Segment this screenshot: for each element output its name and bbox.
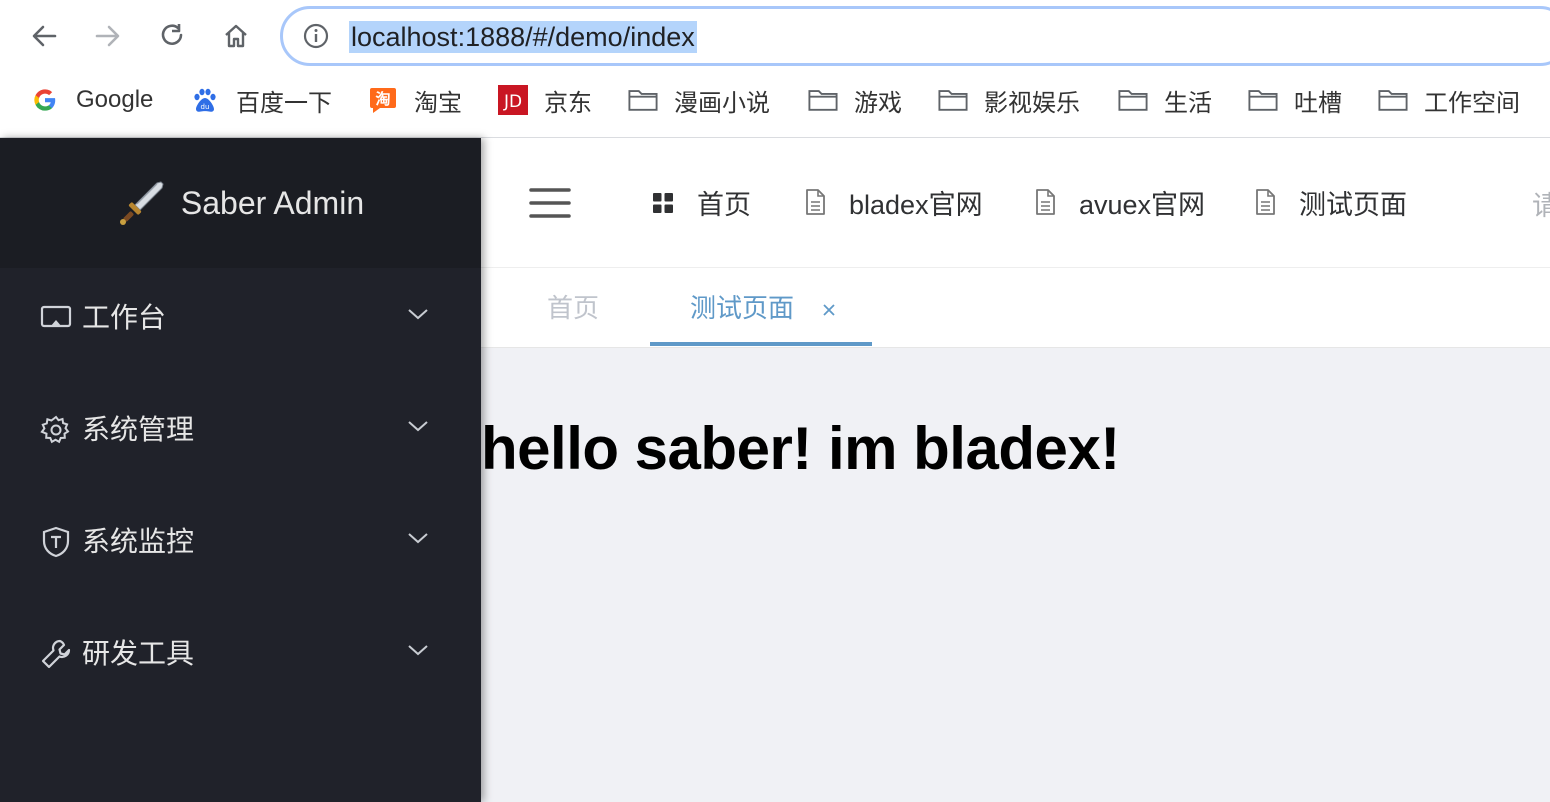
monitor-icon (40, 305, 72, 328)
sidebar-item-system[interactable]: 系统管理 (0, 394, 481, 464)
folder-icon (628, 86, 658, 114)
bookmark-folder-workspace[interactable]: 工作空间 (1378, 78, 1520, 122)
sidebar-item-devtools[interactable]: 研发工具 (0, 618, 481, 688)
tag-test-page[interactable]: 测试页面 (690, 268, 837, 348)
sidebar-item-label: 研发工具 (82, 638, 195, 669)
home-button[interactable] (214, 14, 258, 58)
gear-icon (40, 415, 70, 444)
document-icon (1256, 189, 1275, 215)
google-icon (30, 86, 60, 114)
shield-icon (42, 526, 70, 558)
bookmark-folder-life[interactable]: 生活 (1118, 78, 1212, 122)
main-content: hello saber! im bladex! (481, 348, 1550, 802)
wrench-icon (41, 639, 71, 669)
forward-button[interactable] (86, 14, 130, 58)
app-name: Saber Admin (180, 184, 365, 221)
chevron-down-icon (408, 421, 428, 432)
home-icon (225, 24, 247, 48)
search-placeholder[interactable]: 请 (1532, 184, 1550, 223)
folder-icon (938, 86, 968, 114)
sidebar: Saber Admin 工作台 系统管理 系统监控 研发工具 (0, 138, 481, 802)
jd-icon: JD (498, 85, 528, 115)
chevron-down-icon (408, 533, 428, 544)
document-icon (1036, 189, 1055, 215)
sidebar-item-label: 系统监控 (82, 526, 195, 557)
sidebar-item-workbench[interactable]: 工作台 (0, 282, 481, 352)
back-button[interactable] (22, 14, 66, 58)
bookmark-taobao[interactable]: 淘 淘宝 (368, 78, 462, 122)
svg-text:du: du (201, 103, 210, 111)
top-nav-bladex[interactable]: bladex官网 (803, 182, 983, 222)
document-icon (806, 189, 825, 215)
close-icon[interactable] (821, 302, 837, 318)
chevron-down-icon (408, 645, 428, 656)
active-tag-indicator (650, 342, 872, 346)
browser-chrome: localhost:1888/#/demo/index Google du 百度… (0, 0, 1550, 138)
bookmark-folder-games[interactable]: 游戏 (808, 78, 902, 122)
folder-icon (1378, 86, 1408, 114)
top-nav-avuex[interactable]: avuex官网 (1033, 182, 1205, 222)
tag-home[interactable]: 首页 (547, 268, 599, 348)
taobao-icon: 淘 (368, 86, 398, 114)
sidebar-item-label: 工作台 (82, 302, 167, 333)
top-header: 首页 bladex官网 avuex官网 测试页面 请 (481, 138, 1550, 268)
bookmark-folder-entertainment[interactable]: 影视娱乐 (938, 78, 1080, 122)
hamburger-menu-icon[interactable] (529, 186, 571, 220)
bookmark-folder-manga[interactable]: 漫画小说 (628, 78, 770, 122)
bookmark-jd[interactable]: JD 京东 (498, 78, 592, 122)
url-text[interactable]: localhost:1888/#/demo/index (349, 21, 697, 53)
sidebar-item-monitor[interactable]: 系统监控 (0, 506, 481, 576)
chevron-down-icon (408, 309, 428, 320)
bookmark-google[interactable]: Google (30, 78, 153, 122)
bookmarks-bar: Google du 百度一下 淘 淘宝 JD 京东 漫画小说 游戏 影视娱乐 生… (0, 78, 1550, 122)
reload-icon (161, 24, 183, 45)
grid-icon (653, 193, 673, 213)
tags-bar: 首页 测试页面 (481, 268, 1550, 348)
reload-button[interactable] (150, 14, 194, 58)
svg-text:JD: JD (503, 92, 522, 112)
folder-icon (1118, 86, 1148, 114)
bookmark-baidu[interactable]: du 百度一下 (190, 78, 332, 122)
sword-icon (119, 181, 164, 225)
page-heading: hello saber! im bladex! (481, 415, 1120, 482)
baidu-icon: du (190, 86, 220, 114)
bookmark-folder-rant[interactable]: 吐槽 (1248, 78, 1342, 122)
svg-text:淘: 淘 (374, 90, 390, 108)
address-bar[interactable]: localhost:1888/#/demo/index (280, 6, 1550, 66)
folder-icon (808, 86, 838, 114)
sidebar-item-label: 系统管理 (82, 414, 195, 445)
top-nav-test[interactable]: 测试页面 (1253, 182, 1407, 222)
arrow-left-icon (32, 25, 57, 47)
top-nav-home[interactable]: 首页 (651, 182, 751, 222)
folder-icon (1248, 86, 1278, 114)
info-icon[interactable] (303, 23, 329, 49)
app-logo[interactable]: Saber Admin (0, 138, 481, 268)
arrow-right-icon (95, 25, 120, 47)
